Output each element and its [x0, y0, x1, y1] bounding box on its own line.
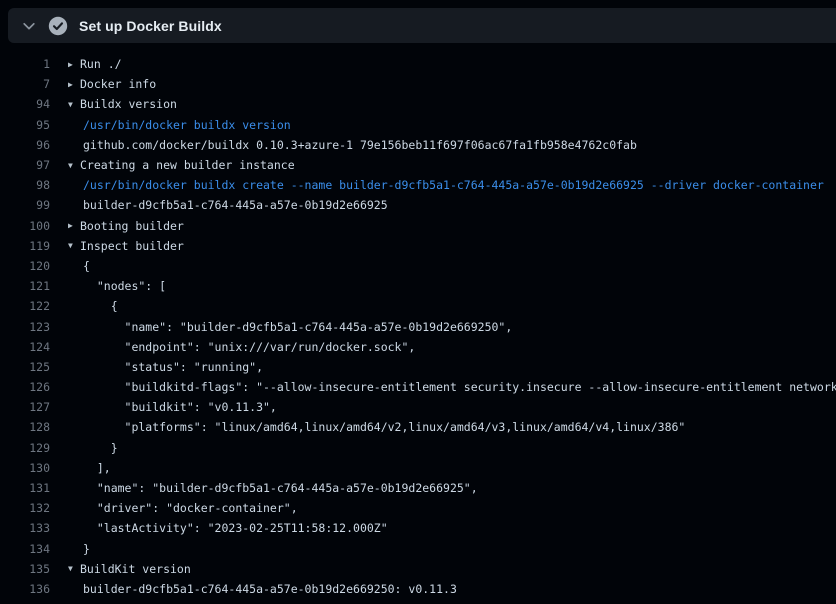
line-number[interactable]: 120	[0, 259, 50, 273]
log-group-line[interactable]: 100 ▶Booting builder	[0, 216, 836, 236]
log-line: 99 builder-d9cfb5a1-c764-445a-a57e-0b19d2…	[0, 195, 836, 215]
group-title: Inspect builder	[78, 239, 184, 253]
log-text: }	[78, 542, 90, 556]
group-collapsed-icon[interactable]: ▶	[62, 80, 78, 89]
log-line: 123 "name": "builder-d9cfb5a1-c764-445a-…	[0, 316, 836, 336]
group-title: Creating a new builder instance	[78, 158, 295, 172]
line-number[interactable]: 128	[0, 420, 50, 434]
line-number[interactable]: 96	[0, 138, 50, 152]
group-title: Run ./	[78, 57, 122, 71]
log-text: builder-d9cfb5a1-c764-445a-a57e-0b19d2e6…	[78, 582, 457, 596]
log-text: "buildkitd-flags": "--allow-insecure-ent…	[78, 380, 836, 394]
line-number[interactable]: 134	[0, 542, 50, 556]
line-number[interactable]: 99	[0, 198, 50, 212]
log-text: {	[78, 259, 90, 273]
group-expanded-icon[interactable]: ▼	[62, 161, 78, 170]
group-collapsed-icon[interactable]: ▶	[62, 221, 78, 230]
line-number[interactable]: 122	[0, 299, 50, 313]
line-number[interactable]: 129	[0, 441, 50, 455]
line-number[interactable]: 126	[0, 380, 50, 394]
log-text: github.com/docker/buildx 0.10.3+azure-1 …	[78, 138, 637, 152]
line-number[interactable]: 119	[0, 239, 50, 253]
line-number[interactable]: 135	[0, 562, 50, 576]
log-text: "name": "builder-d9cfb5a1-c764-445a-a57e…	[78, 481, 478, 495]
log-line: 134}	[0, 539, 836, 559]
step-header[interactable]: Set up Docker Buildx	[8, 8, 836, 43]
chevron-down-icon[interactable]	[18, 15, 40, 37]
log-line: 132 "driver": "docker-container",	[0, 498, 836, 518]
log-group-line[interactable]: 1 ▶Run ./	[0, 54, 836, 74]
line-number[interactable]: 97	[0, 158, 50, 172]
log-text: "endpoint": "unix:///var/run/docker.sock…	[78, 340, 415, 354]
log-line: 130 ],	[0, 458, 836, 478]
log-text: "buildkit": "v0.11.3",	[78, 400, 277, 414]
group-expanded-icon[interactable]: ▼	[62, 564, 78, 573]
group-title: BuildKit version	[78, 562, 191, 576]
log-line: 127 "buildkit": "v0.11.3",	[0, 397, 836, 417]
line-number[interactable]: 98	[0, 178, 50, 192]
log-line: 125 "status": "running",	[0, 357, 836, 377]
line-number[interactable]: 124	[0, 340, 50, 354]
log-line: 128 "platforms": "linux/amd64,linux/amd6…	[0, 417, 836, 437]
log-line: 98/usr/bin/docker buildx create --name b…	[0, 175, 836, 195]
log-text: ],	[78, 461, 111, 475]
log-text: {	[78, 299, 118, 313]
line-number[interactable]: 131	[0, 481, 50, 495]
group-expanded-icon[interactable]: ▼	[62, 100, 78, 109]
log-group-line[interactable]: 7 ▶Docker info	[0, 74, 836, 94]
log-line: 129 }	[0, 438, 836, 458]
line-number[interactable]: 125	[0, 360, 50, 374]
log-text: "nodes": [	[78, 279, 166, 293]
line-number[interactable]: 100	[0, 219, 50, 233]
log-line: 136 builder-d9cfb5a1-c764-445a-a57e-0b19d…	[0, 579, 836, 599]
group-title: Buildx version	[78, 97, 177, 111]
log-group-line[interactable]: 135 ▼BuildKit version	[0, 559, 836, 579]
line-number[interactable]: 94	[0, 97, 50, 111]
log-text: "driver": "docker-container",	[78, 501, 298, 515]
log-text: "lastActivity": "2023-02-25T11:58:12.000…	[78, 521, 388, 535]
log-line: 122 {	[0, 296, 836, 316]
line-number[interactable]: 121	[0, 279, 50, 293]
log-group-line[interactable]: 119 ▼Inspect builder	[0, 236, 836, 256]
log-text: "status": "running",	[78, 360, 263, 374]
log-line: 121 "nodes": [	[0, 276, 836, 296]
log-line: 126 "buildkitd-flags": "--allow-insecure…	[0, 377, 836, 397]
line-number[interactable]: 123	[0, 320, 50, 334]
log-group-line[interactable]: 94 ▼Buildx version	[0, 94, 836, 114]
success-check-icon	[48, 16, 68, 36]
log-text: "name": "builder-d9cfb5a1-c764-445a-a57e…	[78, 320, 512, 334]
log-line: 120 {	[0, 256, 836, 276]
line-number[interactable]: 132	[0, 501, 50, 515]
log-text: builder-d9cfb5a1-c764-445a-a57e-0b19d2e6…	[78, 198, 388, 212]
log-line: 124 "endpoint": "unix:///var/run/docker.…	[0, 337, 836, 357]
log-line: 131 "name": "builder-d9cfb5a1-c764-445a-…	[0, 478, 836, 498]
log-text: /usr/bin/docker buildx create --name bui…	[78, 178, 824, 192]
log-text: "platforms": "linux/amd64,linux/amd64/v2…	[78, 420, 685, 434]
line-number[interactable]: 7	[0, 77, 50, 91]
step-title: Set up Docker Buildx	[79, 18, 222, 34]
line-number[interactable]: 136	[0, 582, 50, 596]
line-number[interactable]: 130	[0, 461, 50, 475]
log-text: /usr/bin/docker buildx version	[78, 118, 291, 132]
log-line: 95/usr/bin/docker buildx version	[0, 115, 836, 135]
line-number[interactable]: 1	[0, 57, 50, 71]
log-group-line[interactable]: 97 ▼Creating a new builder instance	[0, 155, 836, 175]
log-text: }	[78, 441, 118, 455]
line-number[interactable]: 127	[0, 400, 50, 414]
line-number[interactable]: 95	[0, 118, 50, 132]
group-title: Docker info	[78, 77, 156, 91]
log-line: 96 github.com/docker/buildx 0.10.3+azure-…	[0, 135, 836, 155]
log-line: 133 "lastActivity": "2023-02-25T11:58:12…	[0, 518, 836, 538]
group-collapsed-icon[interactable]: ▶	[62, 60, 78, 69]
group-expanded-icon[interactable]: ▼	[62, 241, 78, 250]
log-output[interactable]: 1▶Run ./7▶Docker info94▼Buildx version95…	[0, 44, 836, 604]
group-title: Booting builder	[78, 219, 184, 233]
line-number[interactable]: 133	[0, 521, 50, 535]
